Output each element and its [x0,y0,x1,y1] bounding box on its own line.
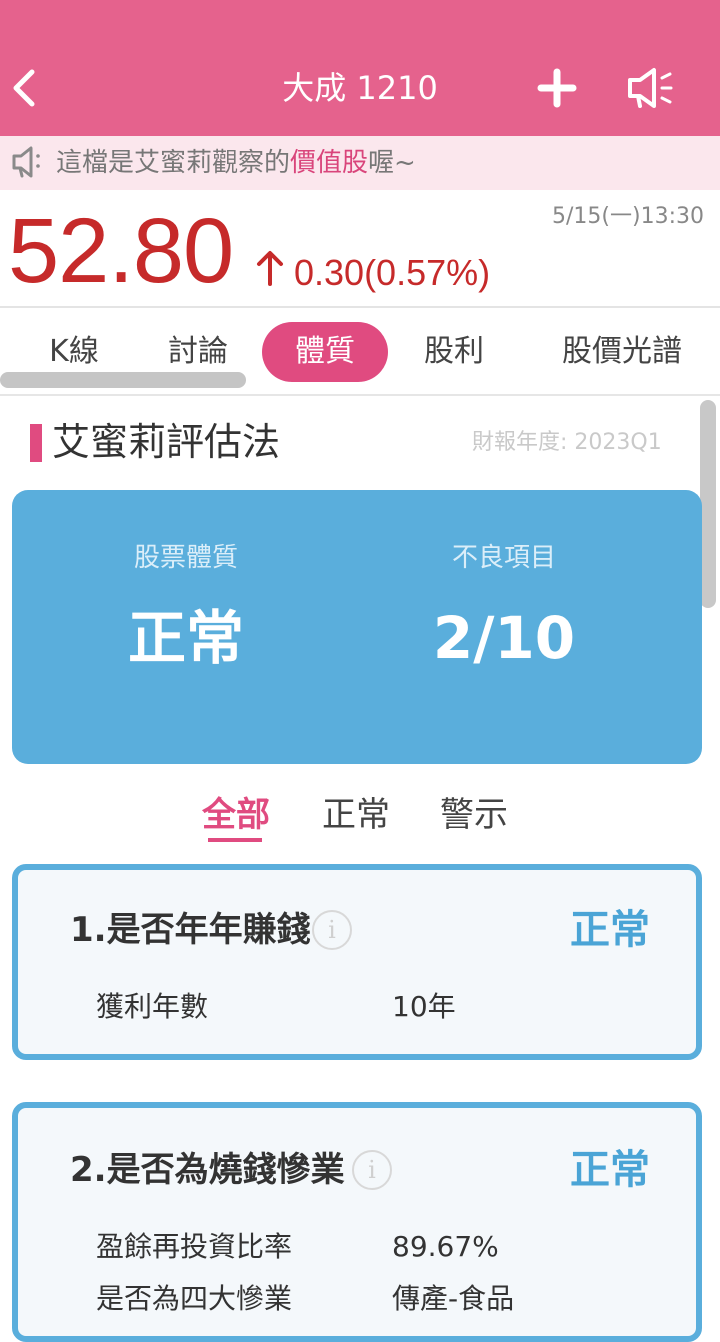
divider [0,306,720,308]
tab-price-spectrum[interactable]: 股價光譜 [548,322,696,382]
notice-text: 這檔是艾蜜莉觀察的價值股喔~ [56,148,416,178]
section-title: 艾蜜莉評估法 [52,420,281,464]
metric-value: 傳產-食品 [392,1282,515,1315]
announcement-button[interactable] [624,64,676,112]
info-icon[interactable]: i [352,1150,392,1190]
app-header: 大成 1210 [0,0,720,136]
metric-label: 獲利年數 [96,990,209,1023]
arrow-up-icon [254,248,286,288]
megaphone-icon [628,68,673,108]
filter-warning[interactable]: 警示 [440,790,508,840]
tab-dividend[interactable]: 股利 [404,322,504,382]
metric-label: 是否為四大慘業 [96,1282,293,1315]
notice-highlight: 價值股 [290,148,369,178]
section-accent-bar [30,424,42,462]
quote-timestamp: 5/15(一)13:30 [552,204,704,229]
stock-price: 52.80 [8,200,234,302]
criteria-title: 2.是否為燒錢慘業 [70,1150,345,1190]
summary-card: 股票體質 正常 不良項目 2/10 [12,490,702,764]
criteria-status: 正常 [570,907,650,953]
health-value: 正常 [127,604,244,672]
criteria-card[interactable]: 1.是否年年賺錢 i 正常 獲利年數 10年 [12,864,702,1060]
megaphone-icon [10,144,50,180]
criteria-card[interactable]: 2.是否為燒錢慘業 i 正常 盈餘再投資比率 89.67% 是否為四大慘業 傳產… [12,1102,702,1342]
notice-bar: 這檔是艾蜜莉觀察的價值股喔~ [0,136,720,190]
add-watchlist-button[interactable] [534,64,580,112]
page-scrollbar[interactable] [700,400,716,608]
bad-items-label: 不良項目 [451,543,556,573]
tab-scrollbar[interactable] [0,372,246,388]
filter-all[interactable]: 全部 [202,790,270,840]
criteria-title: 1.是否年年賺錢 [70,910,311,950]
metric-value: 10年 [392,990,456,1023]
filter-underline [208,838,262,842]
fiscal-period: 財報年度: 2023Q1 [472,430,662,455]
metric-label: 盈餘再投資比率 [96,1230,293,1263]
tab-fundamentals[interactable]: 體質 [262,322,388,382]
plus-icon [537,68,577,108]
filter-normal[interactable]: 正常 [322,790,390,840]
bad-items-value: 2/10 [432,604,576,672]
info-icon[interactable]: i [312,910,352,950]
price-change: 0.30(0.57%) [294,252,491,293]
criteria-status: 正常 [570,1147,650,1193]
health-label: 股票體質 [133,543,238,573]
metric-value: 89.67% [392,1230,499,1263]
page-title: 大成 1210 [282,69,438,107]
divider [0,394,720,396]
